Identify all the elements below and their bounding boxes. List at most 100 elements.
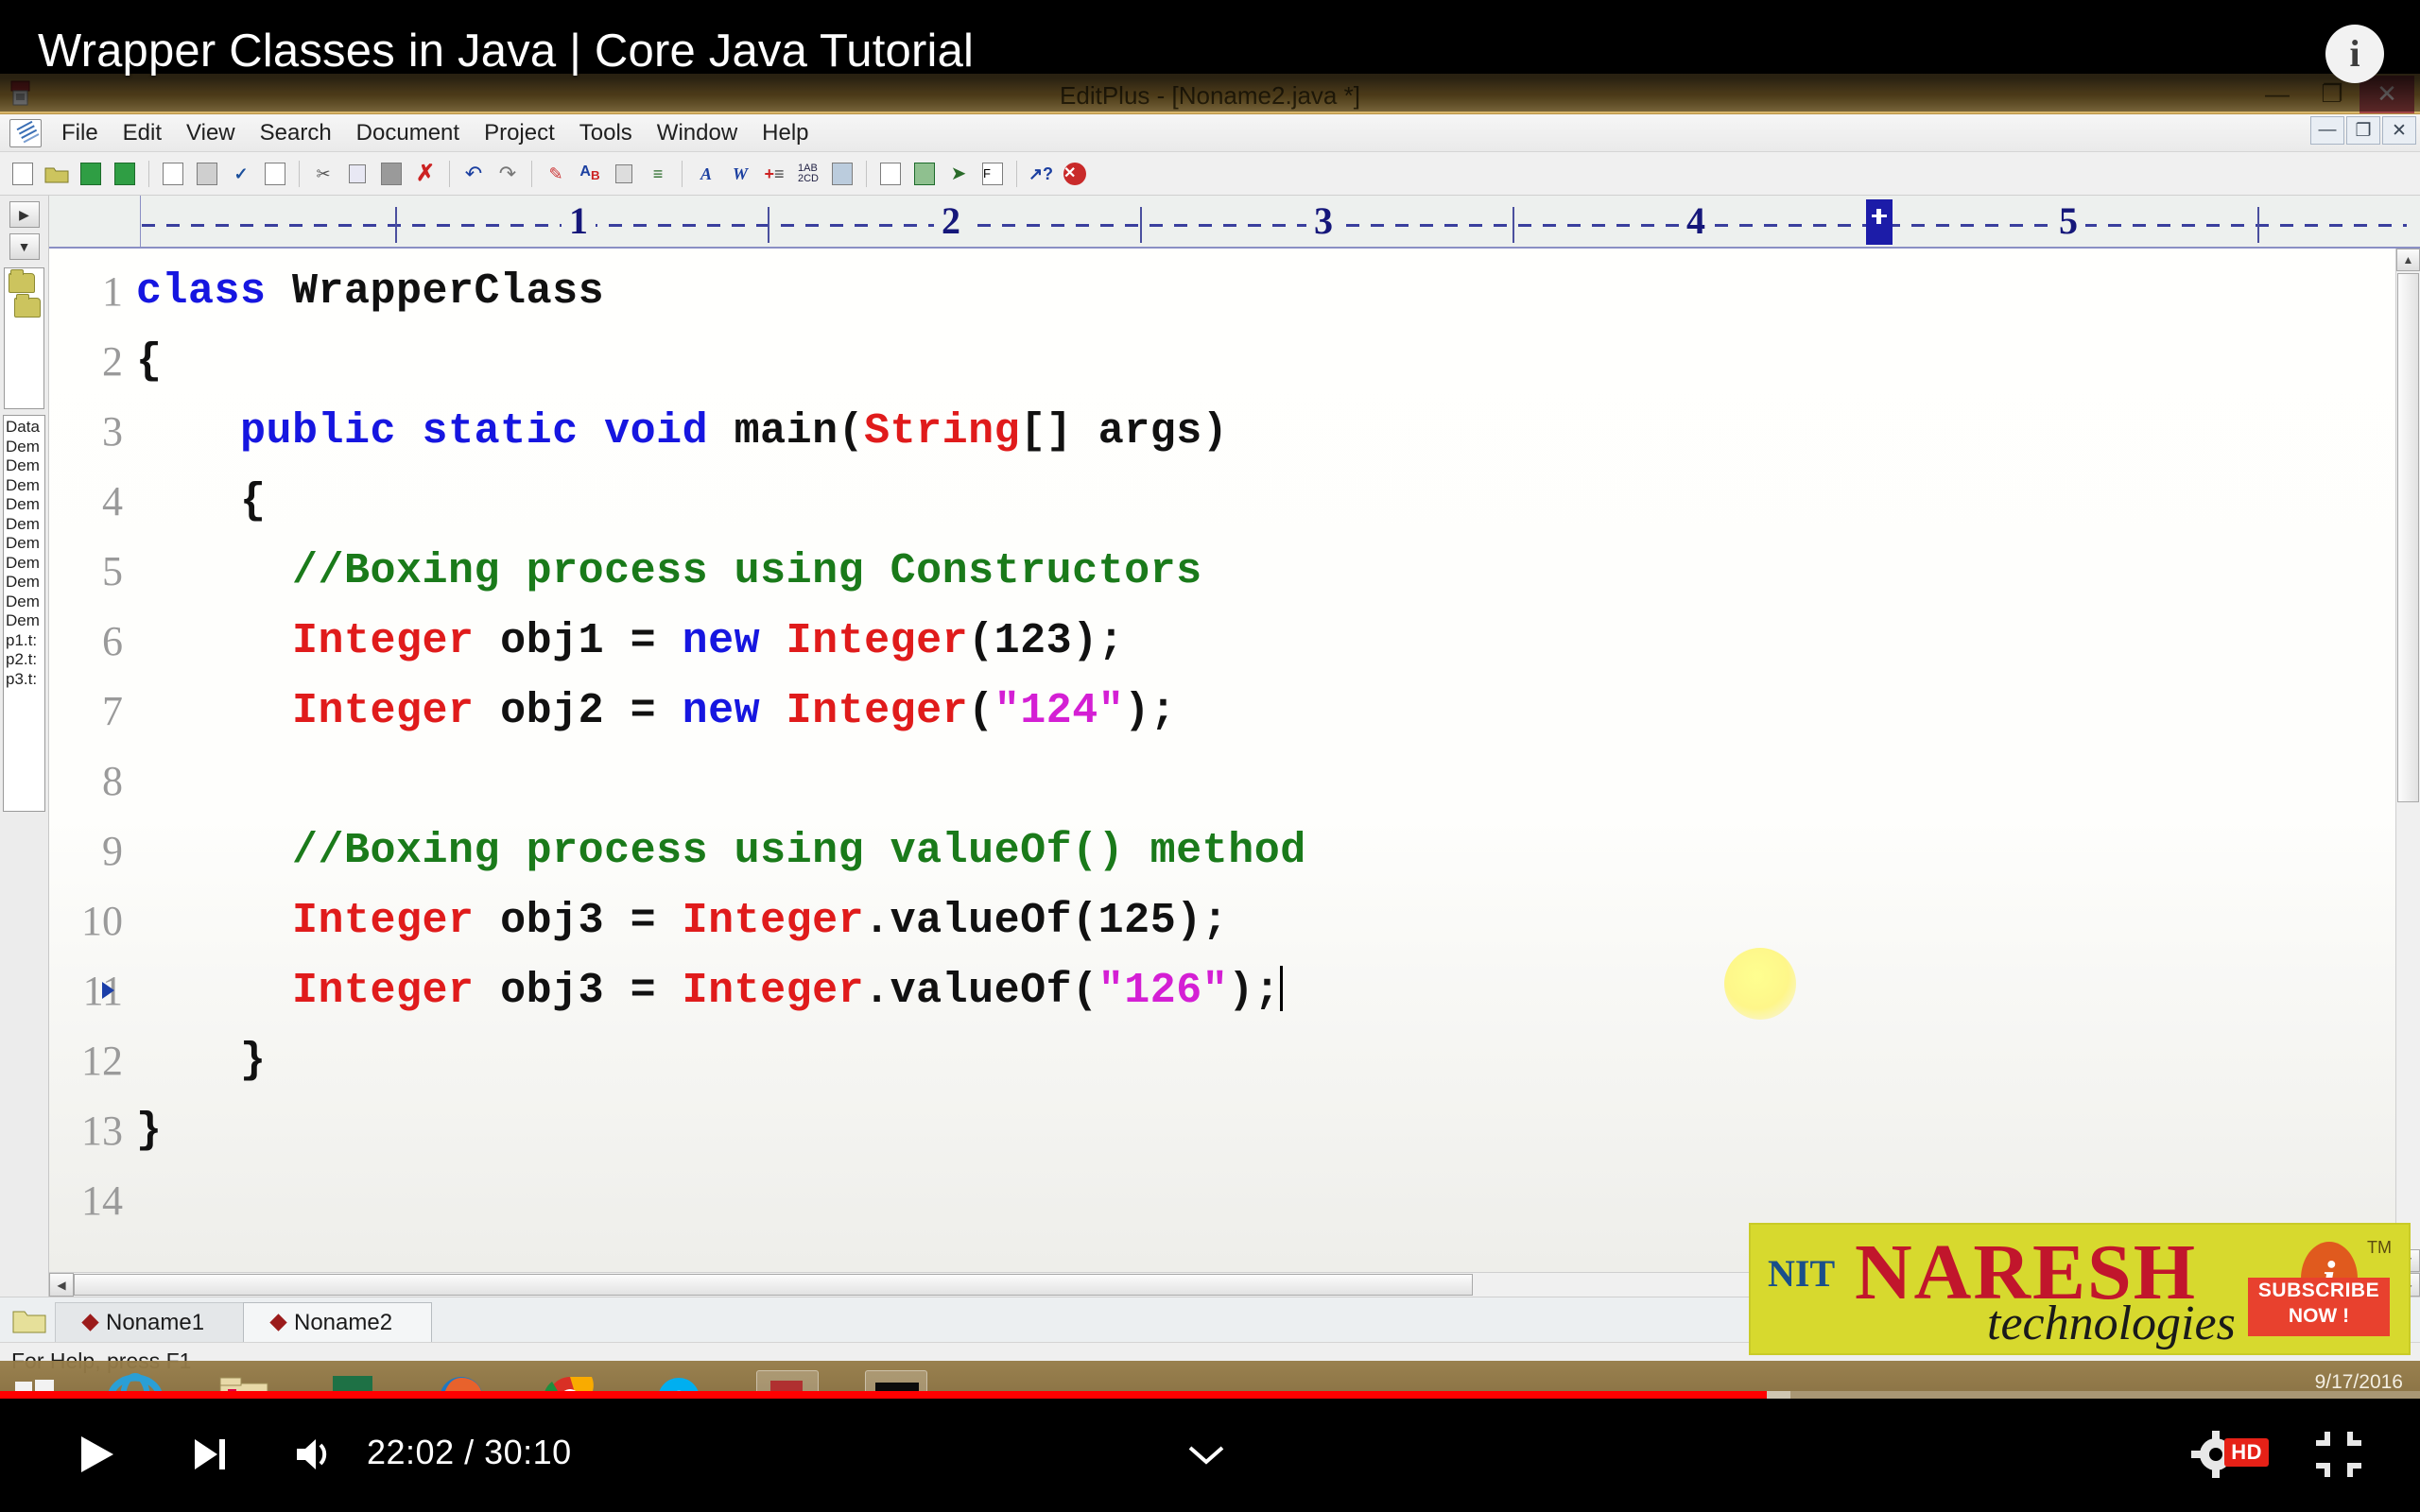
list-view-icon[interactable] — [876, 160, 905, 188]
code-line[interactable]: 10 Integer obj3 = Integer.valueOf(125); — [49, 885, 2420, 955]
list-item[interactable]: Dem — [6, 438, 43, 457]
copy-icon[interactable] — [343, 160, 372, 188]
save-icon[interactable] — [77, 160, 105, 188]
document-selector-icon[interactable] — [910, 160, 939, 188]
function-list-icon[interactable]: F — [978, 160, 1007, 188]
code-line[interactable]: 2{ — [49, 326, 2420, 396]
list-item[interactable]: Dem — [6, 573, 43, 593]
word-wrap-icon[interactable]: W — [726, 160, 754, 188]
toolbar: ✓ ✂ ✗ ↶ ↷ ✎ AB ≡ A W + ≡ 1AB 2CD ➤ F ↗? … — [0, 152, 2420, 196]
menu-item-view[interactable]: View — [174, 117, 248, 149]
menu-item-tools[interactable]: Tools — [567, 117, 645, 149]
code-line[interactable]: 4 { — [49, 466, 2420, 536]
list-item[interactable]: Dem — [6, 554, 43, 574]
run-icon[interactable]: ➤ — [944, 160, 973, 188]
code-line[interactable]: 6 Integer obj1 = new Integer(123); — [49, 606, 2420, 676]
play-button[interactable] — [76, 1425, 117, 1484]
code-line[interactable]: 5 //Boxing process using Constructors — [49, 536, 2420, 606]
line-number: 12 — [81, 1037, 123, 1084]
print-icon[interactable] — [193, 160, 221, 188]
list-item[interactable]: Dem — [6, 495, 43, 515]
code-editor[interactable]: 1 class WrapperClass 2{3 public static voi… — [49, 249, 2420, 1272]
doc-restore-button[interactable]: ❐ — [2346, 116, 2380, 145]
list-item[interactable]: p1.t: — [6, 631, 43, 651]
menu-item-project[interactable]: Project — [472, 117, 567, 149]
code-line[interactable]: 13} — [49, 1095, 2420, 1165]
find-replace-icon[interactable]: AB — [576, 160, 604, 188]
context-help-icon[interactable]: ↗? — [1027, 160, 1055, 188]
indent-icon[interactable]: ≡ — [644, 160, 672, 188]
editor-region: ▶ ▼ Data Dem Dem Dem Dem Dem Dem Dem Dem… — [0, 196, 2420, 1297]
menu-item-window[interactable]: Window — [645, 117, 750, 149]
vertical-scroll-thumb[interactable] — [2397, 273, 2419, 802]
folder-tree-panel[interactable] — [4, 267, 44, 409]
undo-icon[interactable]: ↶ — [459, 160, 488, 188]
list-item[interactable]: Dem — [6, 456, 43, 476]
scroll-left-button[interactable]: ◀ — [49, 1273, 74, 1297]
list-item[interactable]: Data — [6, 418, 43, 438]
code-line[interactable]: 11 Integer obj3 = Integer.valueOf("126")… — [49, 955, 2420, 1025]
redo-icon[interactable]: ↷ — [493, 160, 522, 188]
new-file-icon[interactable] — [9, 160, 37, 188]
cut-icon[interactable]: ✂ — [309, 160, 337, 188]
tab-noname1[interactable]: Noname1 — [55, 1302, 244, 1342]
scroll-up-button[interactable]: ▲ — [2396, 249, 2420, 271]
code-line[interactable]: 9 //Boxing process using valueOf() metho… — [49, 816, 2420, 885]
list-item[interactable]: Dem — [6, 515, 43, 535]
next-button[interactable] — [189, 1425, 231, 1484]
folder-icon[interactable] — [14, 294, 41, 318]
open-file-icon[interactable] — [43, 160, 71, 188]
browser-preview-icon[interactable] — [828, 160, 856, 188]
vertical-scrollbar[interactable]: ▲ ▼ — [2395, 249, 2420, 1272]
stop-icon[interactable]: ✕ — [1061, 160, 1089, 188]
directory-dropdown[interactable]: ▼ — [9, 233, 40, 260]
tab-noname2[interactable]: Noname2 — [243, 1302, 432, 1342]
list-item[interactable]: p2.t: — [6, 650, 43, 670]
header-footer-icon[interactable] — [261, 160, 289, 188]
menu-item-search[interactable]: Search — [248, 117, 344, 149]
folder-icon[interactable] — [11, 1307, 47, 1335]
volume-button[interactable] — [293, 1425, 338, 1484]
doc-minimize-button[interactable]: — — [2310, 116, 2344, 145]
file-list[interactable]: Data Dem Dem Dem Dem Dem Dem Dem Dem Dem… — [3, 415, 45, 812]
code-line[interactable]: 12 } — [49, 1025, 2420, 1095]
code-line[interactable]: 7 Integer obj2 = new Integer("124"); — [49, 676, 2420, 746]
save-all-icon[interactable] — [111, 160, 139, 188]
menu-item-edit[interactable]: Edit — [111, 117, 174, 149]
ruler[interactable]: 1 2 3 4 5 — [49, 196, 2420, 249]
toggle-case-icon[interactable]: 1AB 2CD — [794, 160, 822, 188]
menu-item-file[interactable]: File — [49, 117, 111, 149]
doc-close-button[interactable]: ✕ — [2382, 116, 2416, 145]
code-token: ( — [968, 686, 994, 735]
spell-check-icon[interactable]: ✓ — [227, 160, 255, 188]
code-line[interactable]: 3 public static void main(String[] args) — [49, 396, 2420, 466]
code-line[interactable]: 1 class WrapperClass — [49, 256, 2420, 326]
info-icon[interactable]: i — [2325, 25, 2384, 83]
font-icon[interactable]: A — [692, 160, 720, 188]
folder-icon[interactable] — [9, 269, 35, 293]
menu-item-help[interactable]: Help — [750, 117, 821, 149]
line-number: 1 — [102, 267, 123, 315]
paste-icon[interactable] — [377, 160, 406, 188]
video-played-fill — [0, 1391, 1767, 1399]
menu-item-document[interactable]: Document — [344, 117, 472, 149]
print-preview-icon[interactable] — [159, 160, 187, 188]
horizontal-scroll-thumb[interactable] — [74, 1274, 1473, 1296]
chevron-down-icon[interactable] — [1186, 1425, 1226, 1484]
highlight-icon[interactable]: ✎ — [542, 160, 570, 188]
sidebar-toggle-button[interactable]: ▶ — [9, 201, 40, 228]
duplicate-line-icon[interactable] — [610, 160, 638, 188]
list-item[interactable]: Dem — [6, 534, 43, 554]
list-item[interactable]: p3.t: — [6, 670, 43, 690]
subscribe-badge[interactable]: SUBSCRIBE NOW ! — [2248, 1278, 2390, 1336]
video-progress-bar[interactable] — [0, 1391, 2420, 1399]
list-item[interactable]: Dem — [6, 593, 43, 612]
list-item[interactable]: Dem — [6, 476, 43, 496]
exit-fullscreen-icon[interactable] — [2314, 1425, 2363, 1484]
list-item[interactable]: Dem — [6, 611, 43, 631]
line-numbers-icon[interactable]: + ≡ — [760, 160, 788, 188]
code-line[interactable]: 8 — [49, 746, 2420, 816]
delete-icon[interactable]: ✗ — [411, 160, 440, 188]
code-token: .valueOf( — [864, 967, 1098, 1015]
